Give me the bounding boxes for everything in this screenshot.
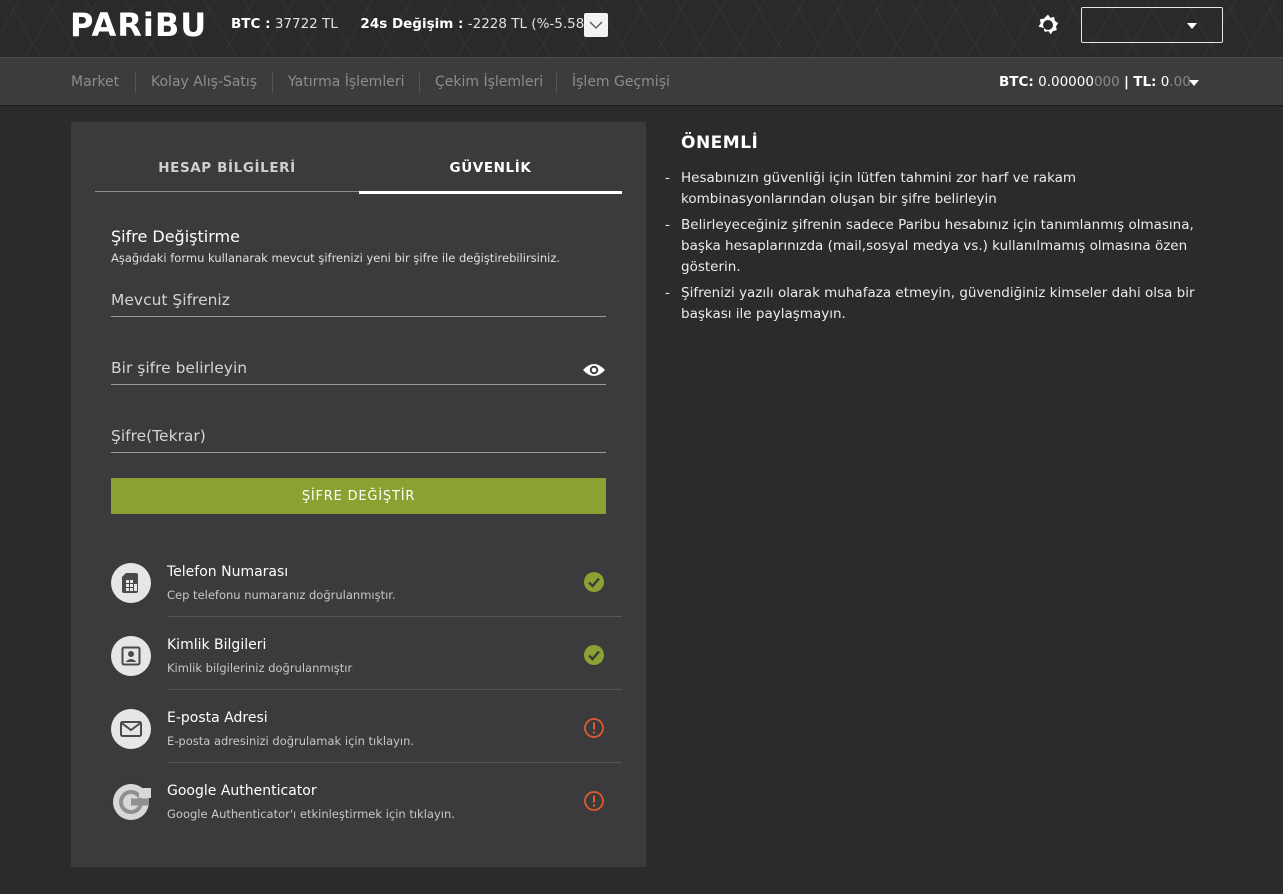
balance-caret-down-icon[interactable] (1189, 80, 1199, 86)
balance-btc-label: BTC: (999, 74, 1034, 90)
nav-divider (272, 73, 273, 93)
language-select[interactable] (1081, 7, 1223, 43)
verification-row-google-authenticator[interactable]: Google Authenticator Google Authenticato… (111, 763, 622, 836)
verification-title: Telefon Numarası (167, 564, 289, 580)
top-header: PARiBU BTC : 37722 TL 24s Değişim : -222… (0, 0, 1283, 57)
verification-description: E-posta adresinizi doğrulamak için tıkla… (167, 734, 415, 748)
nav-item-deposits[interactable]: Yatırma İşlemleri (288, 74, 404, 90)
nav-divider (419, 73, 420, 93)
verification-title: Google Authenticator (167, 783, 317, 799)
btc-label: BTC : (231, 16, 271, 32)
btc-ticker: BTC : 37722 TL 24s Değişim : -2228 TL (%… (231, 16, 590, 32)
change-value: -2228 TL (%-5.58) (467, 16, 590, 32)
important-list: - Hesabınızın güvenliği için lütfen tahmi… (665, 168, 1225, 330)
nav-item-withdrawals[interactable]: Çekim İşlemleri (435, 74, 543, 90)
active-tab-indicator (359, 191, 622, 194)
nav-item-history[interactable]: İşlem Geçmişi (572, 74, 670, 90)
important-item: - Belirleyeceğiniz şifrenin sadece Paribu… (665, 217, 1194, 275)
repeat-password-input[interactable] (111, 419, 606, 452)
verified-check-icon (584, 572, 604, 592)
verification-title: Kimlik Bilgileri (167, 637, 267, 653)
nav-divider (556, 73, 557, 93)
chevron-down-icon (589, 21, 603, 29)
verification-description: Cep telefonu numaranız doğrulanmıştır. (167, 588, 396, 602)
change-label: 24s Değişim : (360, 16, 464, 32)
warning-exclamation-icon (584, 718, 604, 738)
password-change-title: Şifre Değiştirme (111, 227, 240, 246)
balance-btc-value: 0.00000 (1038, 74, 1094, 90)
important-item-text: Şifrenizi yazılı olarak muhafaza etmeyin… (681, 285, 1195, 322)
current-password-input[interactable] (111, 283, 606, 316)
sim-card-icon (111, 563, 151, 603)
balance-tl-decimals: .00 (1169, 74, 1191, 90)
warning-exclamation-icon (584, 791, 604, 811)
main-nav: Market Kolay Alış-Satış Yatırma İşlemler… (0, 57, 1283, 106)
nav-divider (135, 73, 136, 93)
nav-item-market[interactable]: Market (71, 74, 119, 90)
nav-item-easy-trade[interactable]: Kolay Alış-Satış (151, 74, 257, 90)
current-password-field (111, 283, 606, 317)
verification-description: Kimlik bilgileriniz doğrulanmıştır (167, 661, 353, 675)
verification-row-phone: Telefon Numarası Cep telefonu numaranız … (111, 544, 622, 617)
verification-description: Google Authenticator'ı etkinleştirmek iç… (167, 807, 455, 821)
verification-title: E-posta Adresi (167, 710, 268, 726)
important-title: ÖNEMLİ (681, 133, 759, 153)
balance-btc-decimals: 000 (1093, 74, 1120, 90)
tab-security[interactable]: GÜVENLİK (359, 160, 622, 176)
ticker-dropdown-button[interactable] (584, 13, 608, 37)
settings-gear-icon[interactable] (1036, 13, 1060, 37)
verification-row-email[interactable]: E-posta Adresi E-posta adresinizi doğrul… (111, 690, 622, 763)
important-item-text: Belirleyeceğiniz şifrenin sadece Paribu … (681, 217, 1194, 275)
balance-tl-label: TL: (1133, 74, 1157, 90)
mail-icon (111, 709, 151, 749)
tab-account-info[interactable]: HESAP BİLGİLERİ (95, 160, 359, 176)
important-item: - Şifrenizi yazılı olarak muhafaza etmeyi… (665, 285, 1195, 322)
show-password-eye-icon[interactable] (582, 362, 606, 378)
paribu-logo[interactable]: PARiBU (70, 6, 207, 44)
balance-separator: | (1124, 74, 1129, 90)
verification-row-identity: Kimlik Bilgileri Kimlik bilgileriniz doğ… (111, 617, 622, 690)
btc-price: 37722 TL (274, 16, 338, 32)
caret-down-icon (1187, 23, 1197, 29)
new-password-field (111, 351, 606, 385)
change-password-button[interactable]: ŞİFRE DEĞİŞTİR (111, 478, 606, 514)
google-icon (111, 782, 151, 822)
id-card-icon (111, 636, 151, 676)
new-password-input[interactable] (111, 351, 606, 384)
important-item: - Hesabınızın güvenliği için lütfen tahmi… (665, 170, 1077, 207)
important-item-text: Hesabınızın güvenliği için lütfen tahmin… (681, 170, 1077, 207)
balance-summary[interactable]: BTC: 0.00000000 | TL: 0.00 (999, 74, 1191, 90)
repeat-password-field (111, 419, 606, 453)
verified-check-icon (584, 645, 604, 665)
account-settings-card: HESAP BİLGİLERİ GÜVENLİK Şifre Değiştirm… (71, 122, 646, 867)
password-change-description: Aşağıdaki formu kullanarak mevcut şifren… (111, 251, 561, 265)
